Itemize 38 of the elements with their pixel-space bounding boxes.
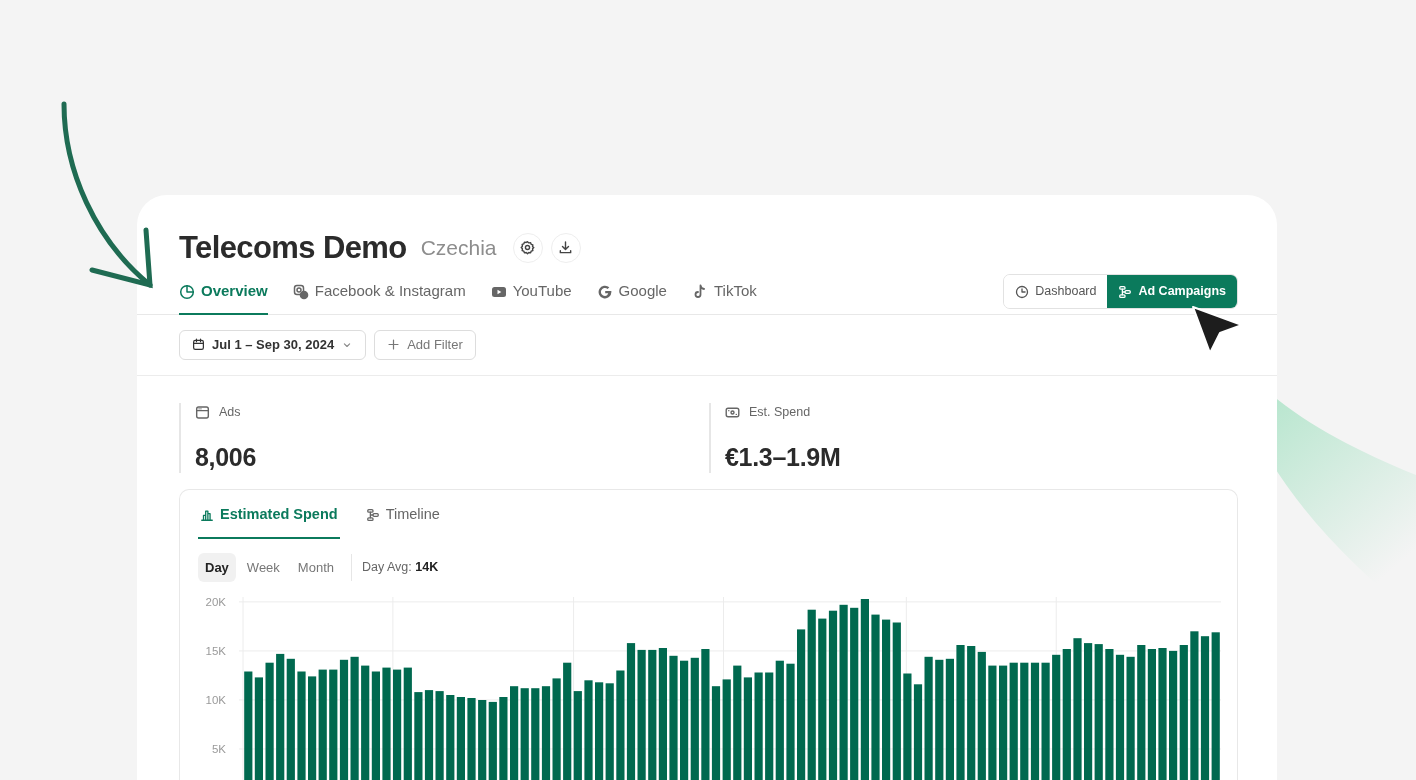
period-toggle[interactable]: Month	[290, 552, 341, 583]
settings-icon	[520, 240, 536, 256]
date-range-dropdown[interactable]: Jul 1 – Sep 30, 2024	[179, 329, 367, 360]
chart-tab[interactable]: Timeline	[363, 489, 442, 539]
region-label: Czechia	[420, 234, 497, 261]
nav-tab[interactable]: YouTube	[490, 274, 572, 315]
window-icon	[195, 404, 210, 420]
y-axis-label: 5K	[211, 743, 226, 756]
nav-tab[interactable]: Facebook & Instagram	[292, 274, 466, 315]
download-icon	[558, 240, 574, 256]
period-toggle[interactable]: Week	[239, 552, 287, 583]
nav-tab[interactable]: Overview	[179, 274, 268, 315]
y-axis-label: 20K	[205, 596, 226, 609]
nav-tab[interactable]: Google	[596, 274, 667, 315]
flow-icon	[365, 507, 380, 522]
social-icon	[292, 283, 309, 300]
daily-average-text: Day Avg: 14K	[362, 559, 439, 577]
plus-icon	[387, 338, 401, 352]
flow-icon	[1118, 284, 1133, 299]
y-axis-label: 15K	[205, 645, 226, 658]
clock-icon	[1015, 284, 1030, 299]
stat-value: 8,006	[195, 441, 258, 473]
pie-chart-icon	[179, 283, 195, 300]
stat-label: Ads	[219, 403, 241, 421]
chart-tab[interactable]: Estimated Spend	[198, 489, 340, 539]
stat-label: Est. Spend	[749, 403, 811, 421]
y-axis-label: 10K	[205, 694, 226, 707]
nav-tab[interactable]: TikTok	[691, 274, 757, 315]
period-toggle[interactable]: Day	[198, 552, 236, 583]
download-button[interactable]	[550, 232, 581, 263]
page-title: Telecoms Demo	[179, 229, 407, 267]
stat-value: €1.3–1.9M	[725, 441, 841, 473]
calendar-icon	[192, 338, 205, 352]
view-toggle-button[interactable]: Ad Campaigns	[1107, 275, 1237, 308]
add-filter-button[interactable]: Add Filter	[374, 329, 476, 360]
settings-button[interactable]	[512, 232, 543, 263]
bar-chart-icon	[200, 507, 214, 522]
g-letter-icon	[596, 283, 613, 300]
